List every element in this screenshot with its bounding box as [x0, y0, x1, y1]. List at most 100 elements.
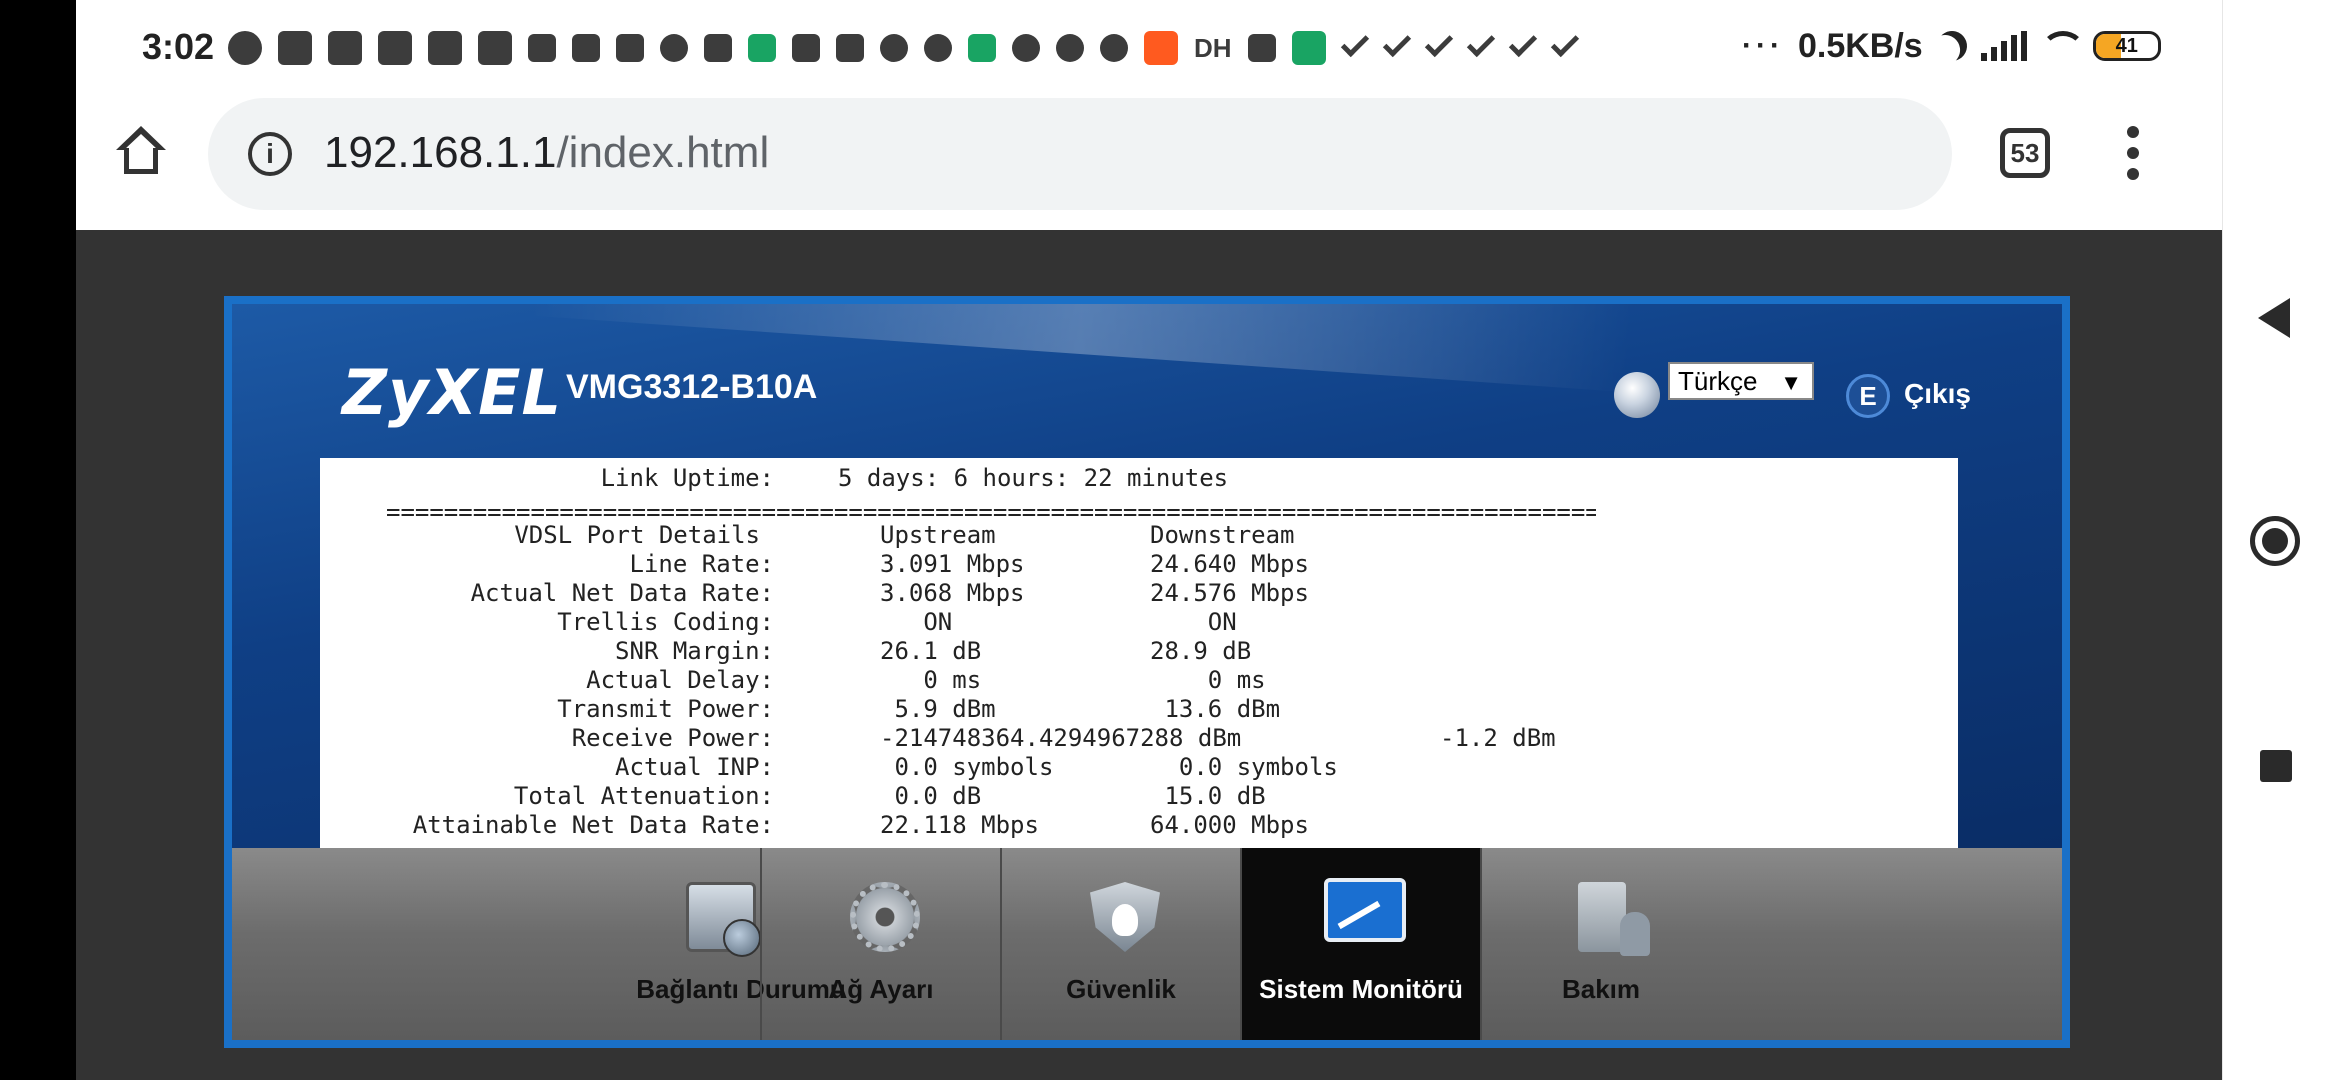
download-icon: [528, 34, 556, 62]
battery-icon: 41: [2092, 31, 2161, 61]
row-label: Actual INP:: [615, 753, 774, 781]
row-label: Actual Net Data Rate:: [470, 579, 774, 607]
trash-icon: [1247, 34, 1276, 62]
downstream-value: 13.6 dBm: [1150, 695, 1281, 723]
router-frame: ZyXEL VMG3312-B10A Türkçe ▼ E Çıkış Link…: [224, 296, 2070, 1048]
model-name: VMG3312-B10A: [566, 368, 818, 406]
home-icon[interactable]: [116, 126, 166, 176]
language-select[interactable]: Türkçe ▼: [1668, 362, 1814, 400]
row-label: Total Attenuation:: [513, 782, 774, 810]
url-path: /index.html: [556, 128, 770, 177]
extra-value: -1.2 dBm: [1440, 724, 1556, 752]
menu-security[interactable]: Güvenlik: [1000, 848, 1240, 1040]
table-row: Receive Power: -214748364.4294967288 dBm -…: [320, 724, 1958, 753]
signal-icon: [1980, 31, 2027, 61]
bug-icon: [228, 31, 262, 65]
menu-label: Bakım: [1561, 974, 1641, 1004]
dsl-info-panel: Link Uptime: 5 days: 6 hours: 22 minutes…: [320, 458, 1958, 848]
table-header-row: VDSL Port Details Upstream Downstream: [320, 521, 1958, 550]
link-uptime-label: Link Uptime:: [600, 464, 774, 492]
link-uptime-row: Link Uptime: 5 days: 6 hours: 22 minutes: [320, 464, 1958, 493]
upstream-value: 0.0 dB: [880, 782, 982, 810]
row-label: Transmit Power:: [557, 695, 774, 723]
upstream-value: 3.068 Mbps: [880, 579, 1025, 607]
web-page: ZyXEL VMG3312-B10A Türkçe ▼ E Çıkış Link…: [76, 230, 2222, 1080]
brand-logo: ZyXEL: [342, 356, 563, 429]
moon-icon: [1931, 26, 1972, 67]
back-icon[interactable]: [2258, 298, 2290, 338]
menu-label: Sistem Monitörü: [1259, 974, 1463, 1004]
downstream-value: 64.000 Mbps: [1150, 811, 1309, 839]
cube-icon: [328, 31, 362, 65]
table-row: Actual INP: 0.0 symbols 0.0 symbols: [320, 753, 1958, 782]
check-icon: [1466, 28, 1495, 58]
table-row: SNR Margin: 26.1 dB 28.9 dB: [320, 637, 1958, 666]
chevron-down-icon: ▼: [1780, 370, 1802, 395]
user-icon: [1614, 372, 1660, 418]
table-row: Line Rate: 3.091 Mbps 24.640 Mbps: [320, 550, 1958, 579]
recents-icon[interactable]: [2260, 750, 2292, 782]
home-button-icon[interactable]: [2250, 516, 2300, 566]
gear-icon: [850, 882, 920, 952]
table-row: Actual Delay: 0 ms 0 ms: [320, 666, 1958, 695]
upstream-header: Upstream: [880, 521, 996, 549]
menu-maintenance[interactable]: Bakım: [1480, 848, 1720, 1040]
check-icon: [1340, 28, 1369, 58]
downstream-value: 15.0 dB: [1150, 782, 1266, 810]
keyhole-icon: [1056, 34, 1084, 62]
downstream-header: Downstream: [1150, 521, 1295, 549]
battery-level: 41: [2115, 34, 2138, 57]
network-speed: 0.5KB/s: [1797, 26, 1923, 65]
grid-icon: [792, 34, 820, 62]
table-row: Trellis Coding: ON ON: [320, 608, 1958, 637]
bell-icon: [924, 34, 952, 62]
browser-menu-icon[interactable]: [2126, 126, 2140, 180]
download-green-icon: [968, 34, 996, 62]
shield-icon: [1090, 882, 1160, 952]
upstream-value: 3.091 Mbps: [880, 550, 1025, 578]
phone-screen: 3:02 DH ··· 0.5KB/s 41 i 192.168.1.1/ind…: [0, 0, 2340, 1080]
downstream-value: 28.9 dB: [1150, 637, 1252, 665]
left-bezel: [0, 0, 76, 1080]
shape-icon: [478, 31, 512, 65]
info-icon[interactable]: i: [248, 132, 292, 176]
upstream-value: 0.0 symbols: [880, 753, 1054, 781]
wifi-icon: [2040, 31, 2085, 61]
upstream-value: 26.1 dB: [880, 637, 982, 665]
table-row: Transmit Power: 5.9 dBm 13.6 dBm: [320, 695, 1958, 724]
table-row: Total Attenuation: 0.0 dB 15.0 dB: [320, 782, 1958, 811]
downstream-value: 24.640 Mbps: [1150, 550, 1309, 578]
language-value: Türkçe: [1678, 365, 1758, 396]
url-text[interactable]: 192.168.1.1/index.html: [324, 128, 769, 178]
downstream-value: ON: [1150, 608, 1237, 636]
upstream-value: 0 ms: [880, 666, 982, 694]
more-notifications-icon: ···: [1742, 29, 1784, 62]
menu-network-settings[interactable]: Ağ Ayarı: [760, 848, 1000, 1040]
menu-system-monitor[interactable]: Sistem Monitörü: [1240, 848, 1480, 1040]
map-icon: [836, 34, 864, 62]
browser-toolbar: i 192.168.1.1/index.html 53: [76, 96, 2222, 230]
check-icon: [1550, 28, 1579, 58]
status-right: ··· 0.5KB/s 41: [1742, 24, 2161, 68]
row-label: SNR Margin:: [615, 637, 774, 665]
tab-switcher-button[interactable]: 53: [2000, 128, 2050, 178]
bell-icon: [1012, 34, 1040, 62]
logout-icon[interactable]: E: [1846, 374, 1890, 418]
logout-link[interactable]: Çıkış: [1904, 378, 1971, 410]
maintenance-icon: [1578, 882, 1650, 956]
row-label: Trellis Coding:: [557, 608, 774, 636]
downstream-value: 0 ms: [1150, 666, 1266, 694]
menu-label: Güvenlik: [1066, 974, 1176, 1004]
connection-status-icon: [686, 882, 761, 957]
menu-label: Ağ Ayarı: [828, 974, 934, 1004]
url-host: 192.168.1.1: [324, 128, 557, 177]
table-row: Actual Net Data Rate: 3.068 Mbps 24.576 Mb…: [320, 579, 1958, 608]
monitor-chart-icon: [1324, 878, 1406, 942]
address-bar[interactable]: i 192.168.1.1/index.html: [208, 98, 1952, 210]
downstream-value: 0.0 symbols: [1150, 753, 1338, 781]
cube-icon: [278, 31, 312, 65]
upstream-value: 22.118 Mbps: [880, 811, 1039, 839]
dh-text: DH: [1194, 32, 1232, 63]
wattpad-icon: [704, 34, 732, 62]
upstream-value: ON: [880, 608, 953, 636]
